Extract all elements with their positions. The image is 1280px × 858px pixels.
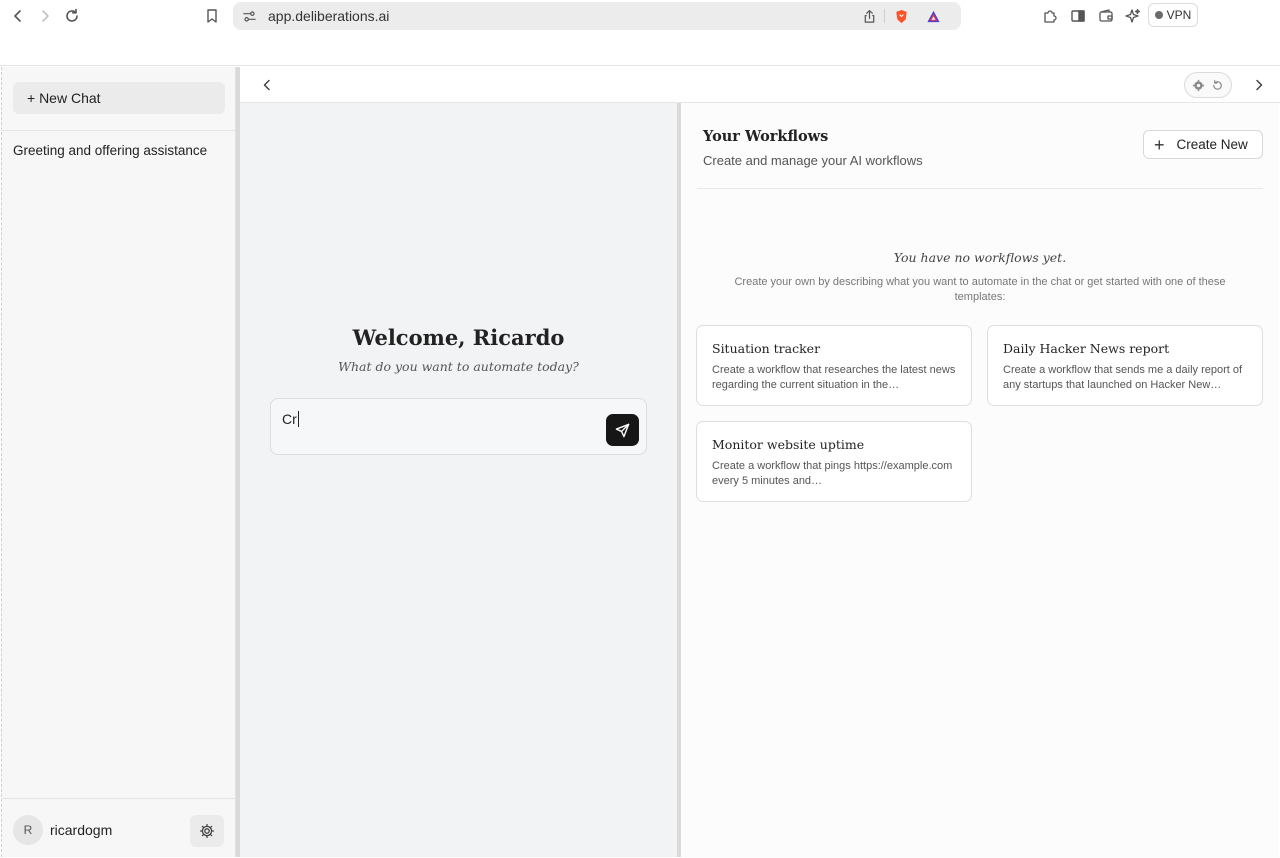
refresh-icon — [1213, 79, 1222, 90]
wallet-icon[interactable] — [1095, 5, 1117, 27]
template-description: Create a workflow that pings https://exa… — [712, 460, 953, 487]
plus-icon: + — [1154, 134, 1165, 155]
template-title: Situation tracker — [712, 341, 821, 356]
username: ricardogm — [50, 822, 113, 838]
brave-rewards-icon[interactable] — [925, 8, 941, 24]
template-description: Create a workflow that researches the la… — [712, 364, 956, 391]
workflows-subtitle: Create and manage your AI workflows — [703, 153, 923, 168]
forward-icon[interactable] — [34, 5, 56, 27]
chat-history-item[interactable]: Greeting and offering assistance — [13, 143, 207, 158]
main-toolbar — [240, 67, 1280, 103]
back-icon[interactable] — [7, 5, 29, 27]
create-new-label: Create New — [1176, 137, 1248, 152]
template-description: Create a workflow that sends me a daily … — [1003, 364, 1243, 391]
welcome-title: Welcome, Ricardo — [352, 325, 565, 350]
address-bar[interactable]: app.deliberations.ai — [233, 2, 961, 30]
sidebar: + New Chat Greeting and offering assista… — [1, 67, 237, 857]
send-button[interactable] — [606, 414, 639, 446]
gear-icon — [1192, 79, 1205, 91]
create-new-button[interactable]: + Create New — [1143, 130, 1263, 159]
brave-shield-icon[interactable] — [893, 8, 909, 24]
template-card-situation-tracker[interactable]: Situation tracker Create a workflow that… — [696, 325, 972, 406]
status-toggle[interactable] — [1184, 72, 1232, 98]
vpn-button[interactable]: VPN — [1148, 3, 1198, 27]
expand-panel-icon[interactable] — [1250, 76, 1268, 94]
share-icon[interactable] — [861, 8, 877, 24]
workflows-title: Your Workflows — [703, 128, 829, 145]
address-separator — [884, 9, 885, 23]
vpn-label: VPN — [1166, 8, 1192, 22]
bookmark-icon[interactable] — [201, 5, 223, 27]
reload-icon[interactable] — [61, 5, 83, 27]
vpn-status-icon — [1154, 11, 1163, 19]
send-icon — [615, 423, 630, 437]
template-title: Monitor website uptime — [712, 437, 865, 452]
sidebar-divider — [2, 130, 237, 131]
new-chat-button[interactable]: + New Chat — [13, 82, 225, 114]
template-title: Daily Hacker News report — [1003, 341, 1170, 356]
text-caret — [297, 411, 299, 427]
avatar[interactable]: R — [13, 815, 43, 845]
empty-state-title: You have no workflows yet. — [893, 250, 1067, 265]
site-settings-icon[interactable] — [241, 8, 257, 24]
workflows-panel: Your Workflows Create and manage your AI… — [681, 103, 1279, 857]
gear-icon — [199, 823, 215, 839]
browser-toolbar: app.deliberations.ai VPN — [0, 0, 1280, 66]
collapse-sidebar-icon[interactable] — [258, 76, 276, 94]
template-card-hacker-news-report[interactable]: Daily Hacker News report Create a workfl… — [987, 325, 1263, 406]
template-card-monitor-uptime[interactable]: Monitor website uptime Create a workflow… — [696, 421, 972, 502]
settings-button[interactable] — [190, 815, 224, 847]
empty-state-subtitle: Create your own by describing what you w… — [734, 276, 1226, 303]
extensions-icon[interactable] — [1039, 5, 1061, 27]
chat-input-text[interactable]: Cr — [282, 411, 299, 427]
sidebar-icon[interactable] — [1067, 5, 1089, 27]
sidebar-footer: R ricardogm — [2, 798, 237, 857]
chat-panel: Welcome, Ricardo What do you want to aut… — [240, 103, 677, 857]
url-text[interactable]: app.deliberations.ai — [268, 8, 389, 24]
leo-ai-icon[interactable] — [1122, 5, 1144, 27]
chat-input[interactable]: Cr — [270, 398, 647, 455]
workflows-divider — [697, 188, 1263, 189]
welcome-subtitle: What do you want to automate today? — [338, 359, 579, 374]
